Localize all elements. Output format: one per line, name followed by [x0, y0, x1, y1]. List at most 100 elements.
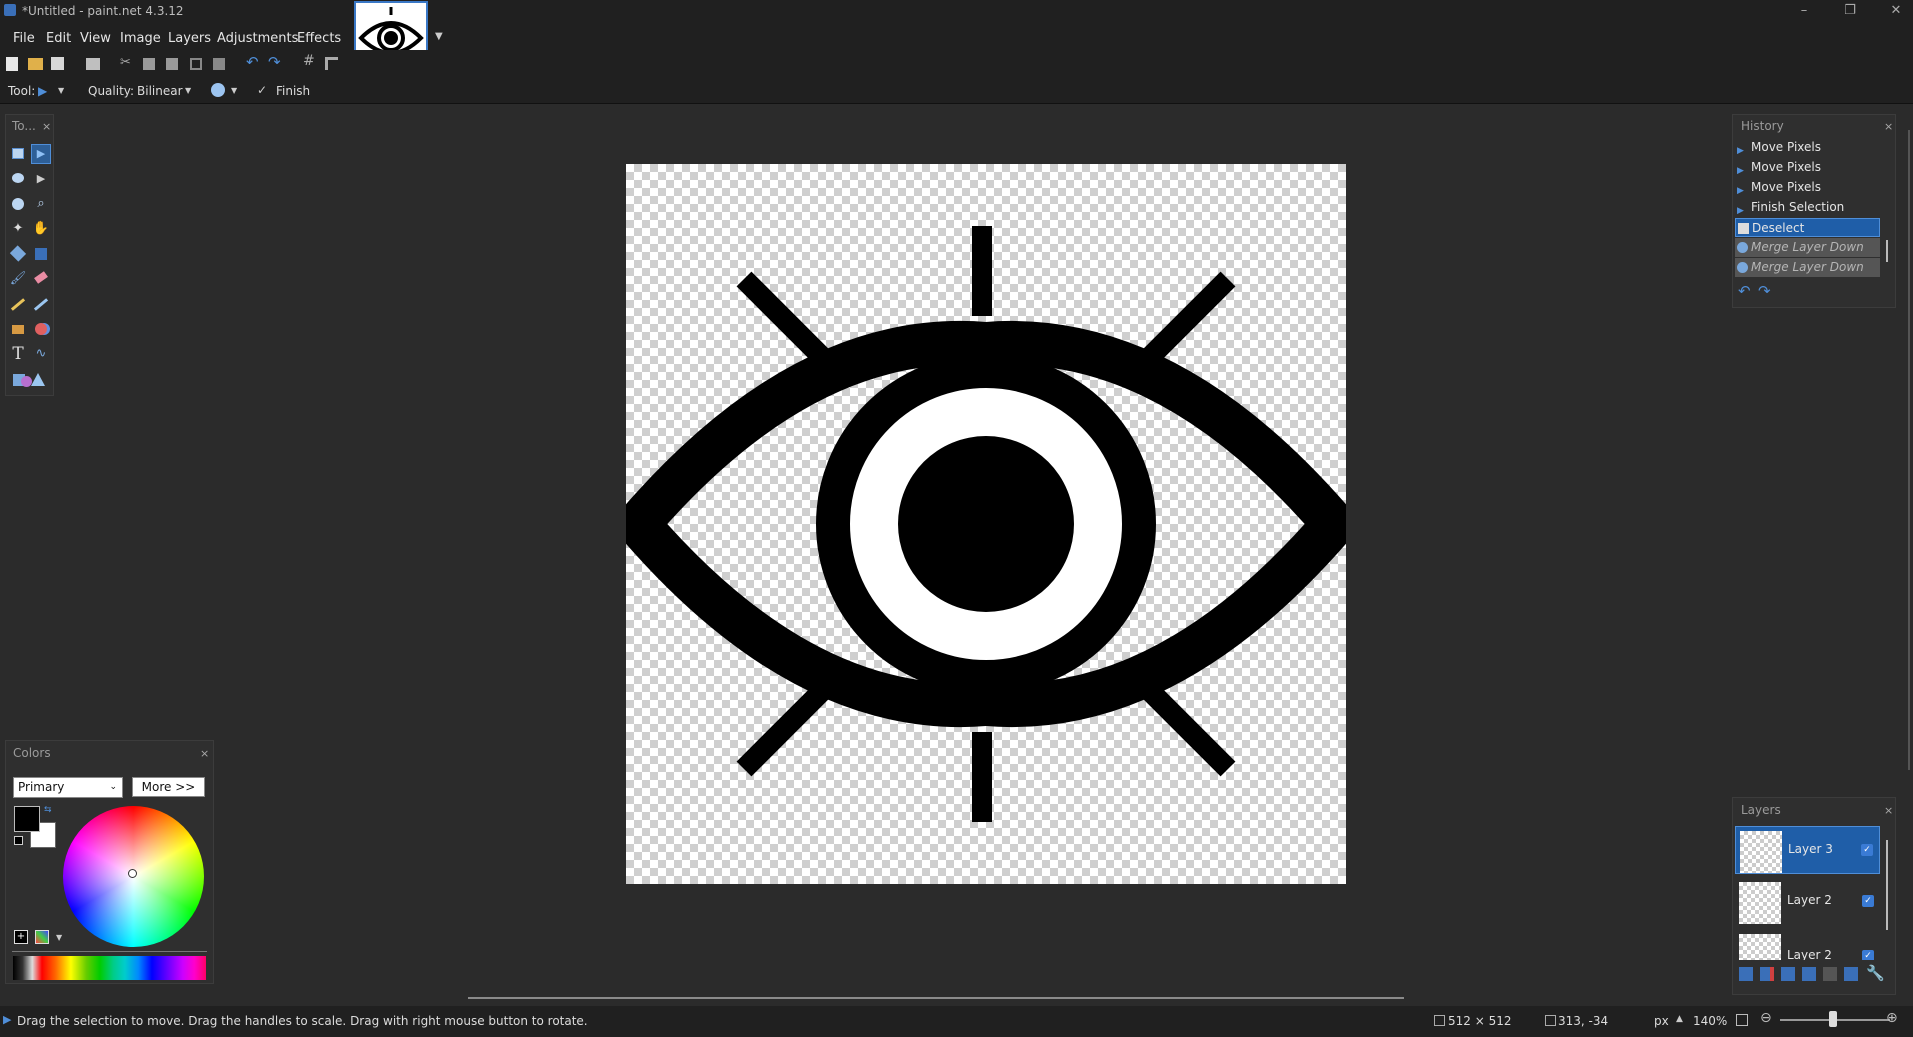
merge-layer-down-icon[interactable]: [1802, 967, 1816, 981]
history-item-current[interactable]: Deselect: [1735, 218, 1880, 237]
clone-stamp-tool-icon[interactable]: [8, 319, 28, 339]
pencil-tool-icon[interactable]: [8, 294, 28, 314]
lasso-select-tool-icon[interactable]: [8, 169, 28, 189]
units-select[interactable]: px: [1654, 1014, 1669, 1028]
quality-chevron-icon[interactable]: ▼: [185, 86, 191, 95]
swap-colors-icon[interactable]: ⇆: [44, 805, 52, 815]
zoom-to-window-icon[interactable]: [1736, 1014, 1748, 1026]
copy-icon[interactable]: [143, 58, 155, 70]
layers-panel-close-icon[interactable]: ×: [1884, 804, 1893, 817]
color-mode-select[interactable]: Primary ⌄: [13, 777, 123, 798]
history-item[interactable]: ▶ Finish Selection: [1735, 198, 1880, 217]
layer-visibility-checkbox[interactable]: ✓: [1862, 895, 1874, 907]
redo-icon[interactable]: ↷: [268, 53, 284, 71]
color-wheel-cursor[interactable]: [128, 869, 137, 878]
antialias-chevron-icon[interactable]: ▼: [231, 86, 237, 95]
vertical-scrollbar[interactable]: [1908, 130, 1910, 770]
paste-icon[interactable]: [166, 58, 178, 70]
antialias-icon[interactable]: [211, 83, 225, 97]
tools-panel-close-icon[interactable]: ×: [42, 120, 51, 133]
history-item[interactable]: ▶ Move Pixels: [1735, 178, 1880, 197]
history-item[interactable]: ▶ Move Pixels: [1735, 158, 1880, 177]
new-file-icon[interactable]: [6, 57, 18, 71]
layer-properties-icon[interactable]: 🔧: [1866, 964, 1885, 982]
history-item[interactable]: ▶ Move Pixels: [1735, 138, 1880, 157]
restore-button[interactable]: ❐: [1827, 0, 1873, 22]
status-hint: Drag the selection to move. Drag the han…: [17, 1014, 588, 1028]
grid-icon[interactable]: #: [303, 53, 319, 69]
undo-icon[interactable]: ↶: [246, 53, 262, 71]
reset-colors-icon[interactable]: [14, 836, 23, 845]
open-file-icon[interactable]: [28, 58, 43, 70]
menu-edit[interactable]: Edit: [41, 29, 76, 49]
paintbrush-tool-icon[interactable]: 🖌: [8, 269, 28, 289]
layer-visibility-checkbox[interactable]: ✓: [1861, 844, 1873, 856]
layers-scrollbar[interactable]: [1886, 840, 1888, 930]
history-panel-close-icon[interactable]: ×: [1884, 120, 1893, 133]
menu-image[interactable]: Image: [115, 29, 166, 49]
finish-check-icon[interactable]: ✓: [257, 83, 267, 97]
zoom-tool-icon[interactable]: ⌕: [31, 194, 51, 214]
horizontal-scrollbar[interactable]: [468, 997, 1404, 999]
tool-dropdown-chevron-icon[interactable]: ▼: [58, 86, 64, 95]
delete-layer-icon[interactable]: [1760, 967, 1774, 981]
add-palette-color-icon[interactable]: +: [14, 930, 28, 944]
layer-row[interactable]: Layer 2 ✓: [1735, 930, 1880, 960]
ruler-icon[interactable]: [325, 57, 338, 70]
history-undo-icon[interactable]: ↶: [1738, 282, 1751, 300]
add-layer-icon[interactable]: [1739, 967, 1753, 981]
color-picker-tool-icon[interactable]: [31, 294, 51, 314]
rectangle-select-tool-icon[interactable]: [8, 144, 28, 164]
zoom-level[interactable]: 140%: [1693, 1014, 1727, 1028]
move-layer-down-icon[interactable]: [1844, 967, 1858, 981]
print-icon[interactable]: [86, 58, 100, 70]
menu-file[interactable]: File: [8, 29, 40, 49]
paint-bucket-tool-icon[interactable]: [8, 244, 28, 264]
colors-panel-close-icon[interactable]: ×: [200, 747, 209, 760]
shapes-tool-icon[interactable]: [13, 371, 45, 389]
move-selection-tool-icon[interactable]: ▶: [31, 144, 51, 164]
move-selected-pixels-tool-icon[interactable]: ▶: [31, 169, 51, 189]
recolor-tool-icon[interactable]: [31, 319, 51, 339]
zoom-in-icon[interactable]: ⊕: [1886, 1010, 1898, 1026]
layer-visibility-checkbox[interactable]: ✓: [1862, 950, 1874, 960]
layer-row[interactable]: Layer 2 ✓: [1735, 878, 1880, 926]
magic-wand-tool-icon[interactable]: ✦: [8, 219, 28, 239]
history-item-undone[interactable]: Merge Layer Down: [1735, 258, 1880, 277]
text-tool-icon[interactable]: T: [8, 344, 28, 364]
units-chevron-icon[interactable]: ▲: [1676, 1014, 1683, 1024]
move-layer-up-icon[interactable]: [1823, 967, 1837, 981]
menu-layers[interactable]: Layers: [163, 29, 216, 49]
history-scrollbar[interactable]: [1886, 240, 1888, 262]
layer-row-selected[interactable]: Layer 3 ✓: [1735, 826, 1880, 874]
history-item-undone[interactable]: Merge Layer Down: [1735, 238, 1880, 257]
zoom-out-icon[interactable]: ⊖: [1760, 1010, 1772, 1026]
save-icon[interactable]: [51, 57, 64, 70]
minimize-button[interactable]: –: [1781, 0, 1827, 22]
quality-select[interactable]: Bilinear: [137, 84, 183, 98]
zoom-slider-thumb[interactable]: [1829, 1011, 1837, 1027]
menu-view[interactable]: View: [75, 29, 116, 49]
more-colors-button[interactable]: More >>: [132, 777, 205, 797]
history-redo-icon[interactable]: ↷: [1758, 282, 1771, 300]
move-selection-tool-icon[interactable]: ▶: [38, 84, 47, 98]
gradient-tool-icon[interactable]: [31, 244, 51, 264]
primary-color-swatch[interactable]: [14, 806, 40, 832]
finish-button[interactable]: Finish: [276, 84, 310, 98]
close-button[interactable]: ✕: [1873, 0, 1913, 22]
eraser-tool-icon[interactable]: [31, 269, 51, 289]
duplicate-layer-icon[interactable]: [1781, 967, 1795, 981]
image-canvas[interactable]: [616, 164, 1356, 884]
menu-effects[interactable]: Effects: [292, 29, 346, 49]
palette-menu-icon[interactable]: [35, 930, 49, 944]
pan-tool-icon[interactable]: ✋: [31, 219, 51, 239]
crop-icon[interactable]: [190, 58, 202, 70]
document-list-chevron-icon[interactable]: ▼: [435, 31, 443, 42]
cut-icon[interactable]: ✂: [120, 55, 136, 71]
line-curve-tool-icon[interactable]: ∿: [31, 344, 51, 364]
menu-adjustments[interactable]: Adjustments: [212, 29, 303, 49]
ellipse-select-tool-icon[interactable]: [8, 194, 28, 214]
palette-menu-chevron-icon[interactable]: ▼: [56, 933, 62, 942]
deselect-icon[interactable]: [213, 58, 225, 70]
color-palette[interactable]: [13, 956, 206, 980]
